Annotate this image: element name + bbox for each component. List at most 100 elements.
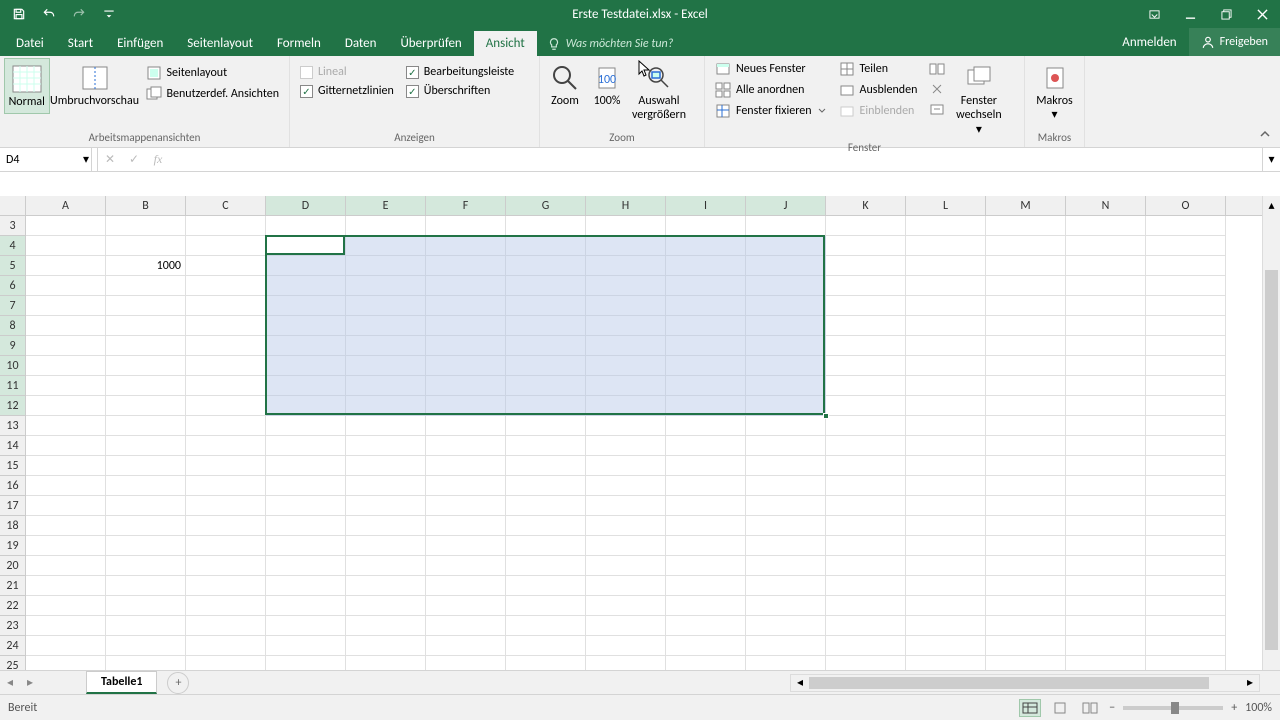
teilen-button[interactable]: Teilen — [837, 60, 920, 78]
cell[interactable] — [186, 376, 266, 396]
cell[interactable] — [186, 456, 266, 476]
cell[interactable] — [426, 636, 506, 656]
cell[interactable] — [986, 496, 1066, 516]
cell[interactable] — [266, 436, 346, 456]
cell[interactable] — [826, 536, 906, 556]
col-header[interactable]: G — [506, 196, 586, 215]
horizontal-scrollbar[interactable]: ◂ ▸ — [790, 674, 1260, 692]
cell[interactable] — [506, 416, 586, 436]
column-headers[interactable]: ABCDEFGHIJKLMNO — [26, 196, 1262, 216]
cell[interactable] — [506, 216, 586, 236]
zoom-in-icon[interactable]: + — [1231, 701, 1237, 715]
select-all-corner[interactable] — [0, 196, 26, 216]
cell[interactable] — [746, 216, 826, 236]
cell[interactable] — [186, 476, 266, 496]
cell[interactable] — [506, 376, 586, 396]
row-header[interactable]: 14 — [0, 436, 25, 456]
cell[interactable] — [106, 636, 186, 656]
cell[interactable] — [506, 496, 586, 516]
collapse-ribbon-icon[interactable] — [1256, 125, 1274, 143]
cell[interactable] — [266, 256, 346, 276]
cell[interactable] — [106, 496, 186, 516]
row-header[interactable]: 11 — [0, 376, 25, 396]
col-header[interactable]: H — [586, 196, 666, 215]
cell[interactable] — [186, 516, 266, 536]
cell[interactable] — [506, 296, 586, 316]
tab-ansicht[interactable]: Ansicht — [474, 31, 537, 56]
cell[interactable] — [186, 256, 266, 276]
cell[interactable] — [426, 416, 506, 436]
cell[interactable] — [26, 416, 106, 436]
seitenlayout-button[interactable]: Seitenlayout — [144, 64, 282, 82]
cell[interactable] — [746, 476, 826, 496]
col-header[interactable]: O — [1146, 196, 1226, 215]
cell[interactable] — [826, 396, 906, 416]
zoom-slider[interactable] — [1123, 706, 1223, 710]
cell[interactable] — [186, 636, 266, 656]
cell[interactable] — [666, 616, 746, 636]
cell[interactable] — [586, 536, 666, 556]
cell[interactable] — [426, 236, 506, 256]
cell[interactable] — [586, 636, 666, 656]
cell[interactable] — [906, 616, 986, 636]
cell[interactable] — [906, 236, 986, 256]
cell[interactable] — [26, 356, 106, 376]
cell[interactable] — [266, 336, 346, 356]
fenster-wechseln-button[interactable]: Fenster wechseln ▾ — [951, 58, 1006, 141]
cell[interactable] — [826, 336, 906, 356]
cell[interactable] — [666, 456, 746, 476]
side-by-side-button[interactable] — [927, 60, 947, 78]
cell[interactable] — [1146, 276, 1226, 296]
cell[interactable] — [186, 296, 266, 316]
cell[interactable] — [986, 436, 1066, 456]
cell[interactable] — [586, 416, 666, 436]
cell[interactable] — [26, 296, 106, 316]
cell[interactable] — [426, 356, 506, 376]
cell[interactable] — [106, 516, 186, 536]
cell[interactable] — [826, 416, 906, 436]
cell[interactable] — [746, 556, 826, 576]
cell[interactable] — [666, 516, 746, 536]
cell[interactable] — [586, 256, 666, 276]
cell[interactable] — [746, 336, 826, 356]
cell[interactable] — [906, 376, 986, 396]
cell[interactable] — [266, 396, 346, 416]
cell[interactable] — [986, 216, 1066, 236]
cell[interactable] — [986, 356, 1066, 376]
cell[interactable] — [346, 596, 426, 616]
row-header[interactable]: 16 — [0, 476, 25, 496]
gitternetzlinien-checkbox[interactable]: ✓Gitternetzlinien — [298, 83, 396, 99]
cell[interactable] — [506, 616, 586, 636]
cell[interactable] — [106, 536, 186, 556]
cell[interactable] — [1146, 236, 1226, 256]
cell[interactable] — [506, 356, 586, 376]
cell[interactable] — [266, 356, 346, 376]
expand-formula-icon[interactable]: ▾ — [1262, 148, 1280, 171]
cell[interactable] — [186, 536, 266, 556]
cell[interactable] — [106, 376, 186, 396]
cell[interactable] — [266, 416, 346, 436]
cell[interactable] — [586, 216, 666, 236]
cell[interactable] — [906, 416, 986, 436]
add-sheet-icon[interactable]: + — [167, 672, 189, 694]
cell[interactable] — [266, 376, 346, 396]
cell[interactable] — [506, 456, 586, 476]
cell[interactable] — [1066, 356, 1146, 376]
name-box[interactable]: ▾ — [0, 148, 92, 171]
cell[interactable] — [106, 456, 186, 476]
umbruchvorschau-button[interactable]: Umbruchvorschau — [50, 58, 140, 112]
alle-anordnen-button[interactable]: Alle anordnen — [713, 81, 829, 99]
cell[interactable] — [426, 456, 506, 476]
cell[interactable] — [1066, 496, 1146, 516]
cell[interactable] — [346, 376, 426, 396]
cell[interactable] — [426, 276, 506, 296]
cell[interactable] — [26, 316, 106, 336]
cell[interactable] — [426, 396, 506, 416]
zoom-out-icon[interactable]: − — [1109, 701, 1115, 715]
cell[interactable] — [346, 476, 426, 496]
cell[interactable] — [26, 496, 106, 516]
col-header[interactable]: I — [666, 196, 746, 215]
cell[interactable] — [426, 516, 506, 536]
cell[interactable] — [1066, 316, 1146, 336]
cell[interactable] — [666, 276, 746, 296]
